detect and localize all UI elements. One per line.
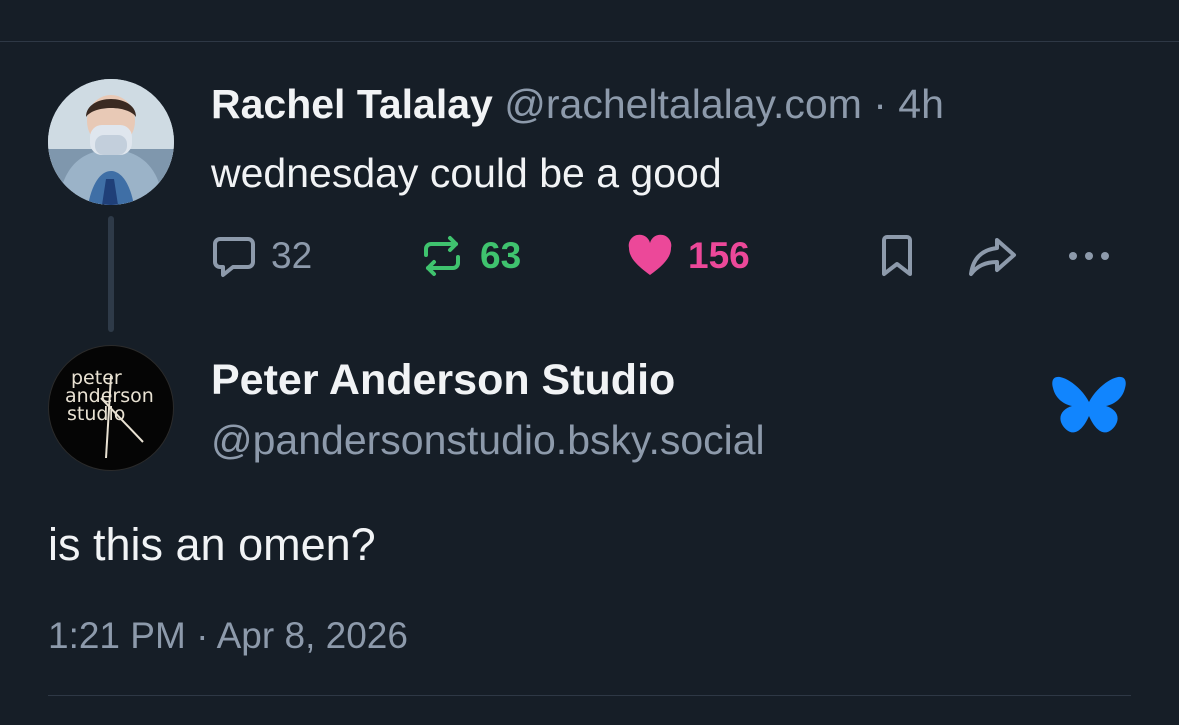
post-author-handle[interactable]: @pandersonstudio.bsky.social [211, 414, 765, 466]
reply-button[interactable]: 32 [211, 228, 312, 284]
share-icon [967, 233, 1019, 279]
post-author-name[interactable]: Peter Anderson Studio [211, 353, 675, 407]
post-author-avatar[interactable]: peter anderson studio [48, 345, 174, 471]
share-button[interactable] [967, 228, 1019, 284]
like-button[interactable]: 156 [626, 228, 750, 284]
repost-button[interactable]: 63 [418, 228, 521, 284]
parent-post-header: Rachel Talalay @racheltalalay.com · 4h [211, 78, 944, 130]
post-timestamp: 1:21 PM · Apr 8, 2026 [48, 615, 408, 656]
parent-post-text: wednesday could be a good [211, 150, 722, 196]
like-count: 156 [688, 235, 750, 276]
reply-icon [211, 233, 257, 279]
thread-line [108, 216, 114, 332]
header-separator: · [861, 81, 899, 127]
bookmark-button[interactable] [876, 228, 918, 284]
more-options-button[interactable] [1066, 228, 1112, 284]
parent-author-handle[interactable]: @racheltalalay.com [504, 81, 862, 127]
more-icon [1066, 233, 1112, 279]
bottom-divider [48, 695, 1131, 696]
logo-line-3: studio [67, 403, 126, 425]
bookmark-icon [876, 233, 918, 279]
repost-count: 63 [480, 235, 522, 276]
repost-icon [418, 233, 466, 279]
parent-author-name[interactable]: Rachel Talalay [211, 81, 493, 127]
bluesky-butterfly-icon [1052, 376, 1126, 445]
post-text: is this an omen? [48, 519, 376, 570]
reply-count: 32 [271, 235, 313, 276]
like-icon [626, 233, 674, 279]
parent-author-avatar[interactable] [48, 79, 174, 205]
parent-post-time[interactable]: 4h [898, 81, 944, 127]
top-divider [0, 41, 1179, 42]
